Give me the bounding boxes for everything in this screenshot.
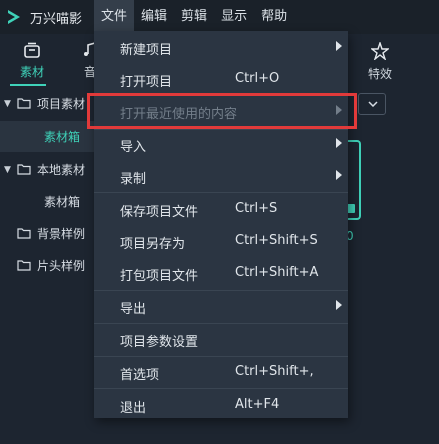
menu-item-label: 打开项目 xyxy=(120,75,173,90)
folder-icon xyxy=(17,260,31,271)
submenu-arrow-icon xyxy=(336,41,342,51)
menu-item-label: 打开最近使用的内容 xyxy=(120,107,238,122)
menu-item-label: 新建项目 xyxy=(120,43,173,58)
tree-item-project-media[interactable]: ▼ 项目素材 xyxy=(0,88,94,119)
expand-caret-icon[interactable]: ▼ xyxy=(4,99,14,109)
menu-clip[interactable]: 剪辑 xyxy=(174,0,214,34)
tab-effects[interactable]: 特效 xyxy=(350,38,410,86)
menu-item-shortcut: Ctrl+Shift+S xyxy=(235,233,318,248)
menu-item-open-project[interactable]: 打开项目 Ctrl+O xyxy=(94,63,348,95)
menu-item-shortcut: Ctrl+S xyxy=(235,201,278,216)
tree-item-background-samples[interactable]: 背景样例 xyxy=(0,218,94,249)
app-title: 万兴喵影 xyxy=(30,11,83,27)
menu-edit[interactable]: 编辑 xyxy=(134,0,174,34)
menu-help[interactable]: 帮助 xyxy=(254,0,294,34)
menu-item-label: 首选项 xyxy=(120,368,160,383)
menu-item-record[interactable]: 录制 xyxy=(94,160,348,192)
app-logo-icon xyxy=(8,10,20,24)
menu-item-label: 项目另存为 xyxy=(120,237,186,252)
menu-item-save-project-as[interactable]: 项目另存为 Ctrl+Shift+S xyxy=(94,225,348,257)
tree-item-label: 背景样例 xyxy=(37,227,86,241)
menu-bar: 万兴喵影 文件 编辑 剪辑 显示 帮助 xyxy=(0,0,439,34)
tree-item-local-media[interactable]: ▼ 本地素材 xyxy=(0,154,94,185)
tree-item-label: 本地素材 xyxy=(37,163,86,177)
tab-media[interactable]: 素材 xyxy=(2,38,62,86)
menu-item-label: 导出 xyxy=(120,302,147,317)
menu-item-label: 导入 xyxy=(120,140,147,155)
media-pane: 0 xyxy=(346,88,439,444)
tree-item-label: 片头样例 xyxy=(37,259,86,273)
chevron-down-icon xyxy=(368,101,378,107)
tree-item-local-bin[interactable]: 素材箱 xyxy=(0,186,94,217)
effects-star-icon xyxy=(371,42,389,60)
menu-item-new-project[interactable]: 新建项目 xyxy=(94,31,348,63)
menu-item-label: 项目参数设置 xyxy=(120,335,199,350)
menu-item-open-recent[interactable]: 打开最近使用的内容 xyxy=(94,95,348,127)
menu-item-export[interactable]: 导出 xyxy=(94,290,348,322)
file-menu-dropdown: 新建项目 打开项目 Ctrl+O 打开最近使用的内容 导入 录制 保存项目文件 … xyxy=(94,31,348,418)
tree-item-label: 素材箱 xyxy=(44,195,81,209)
menu-item-archive-project[interactable]: 打包项目文件 Ctrl+Shift+A xyxy=(94,257,348,289)
menu-item-project-settings[interactable]: 项目参数设置 xyxy=(94,323,348,355)
menu-item-label: 打包项目文件 xyxy=(120,269,199,284)
menu-item-shortcut: Ctrl+Shift+, xyxy=(235,364,314,379)
folder-icon xyxy=(17,228,31,239)
menu-item-shortcut: Ctrl+Shift+A xyxy=(235,265,319,280)
tree-item-label: 素材箱 xyxy=(44,130,81,144)
media-sidebar: ▼ 项目素材 素材箱 ▼ 本地素材 素材箱 背景样例 片头样例 xyxy=(0,88,94,444)
folder-icon xyxy=(17,164,31,175)
menu-item-shortcut: Alt+F4 xyxy=(235,397,280,412)
menu-item-save-project[interactable]: 保存项目文件 Ctrl+S xyxy=(94,193,348,225)
tab-effects-label: 特效 xyxy=(367,67,392,81)
menu-item-label: 录制 xyxy=(120,172,147,187)
menu-item-preferences[interactable]: 首选项 Ctrl+Shift+, xyxy=(94,356,348,388)
submenu-arrow-icon xyxy=(336,105,342,115)
menu-view[interactable]: 显示 xyxy=(214,0,254,34)
menu-item-label: 退出 xyxy=(120,401,147,416)
folder-icon xyxy=(17,98,31,109)
media-box-icon xyxy=(24,42,40,58)
tree-item-intro-samples[interactable]: 片头样例 xyxy=(0,250,94,281)
submenu-arrow-icon xyxy=(336,138,342,148)
menu-item-import[interactable]: 导入 xyxy=(94,128,348,160)
menu-file[interactable]: 文件 xyxy=(94,0,135,34)
submenu-arrow-icon xyxy=(336,300,342,310)
menu-item-shortcut: Ctrl+O xyxy=(235,71,280,86)
tab-media-label: 素材 xyxy=(19,65,44,79)
active-tab-indicator xyxy=(10,84,46,86)
tree-item-label: 项目素材 xyxy=(37,97,86,111)
sort-dropdown[interactable] xyxy=(358,93,386,115)
expand-caret-icon[interactable]: ▼ xyxy=(4,165,14,175)
menu-item-label: 保存项目文件 xyxy=(120,205,199,220)
submenu-arrow-icon xyxy=(336,170,342,180)
tree-item-project-bin[interactable]: 素材箱 xyxy=(0,121,94,152)
menu-item-exit[interactable]: 退出 Alt+F4 xyxy=(94,389,348,421)
